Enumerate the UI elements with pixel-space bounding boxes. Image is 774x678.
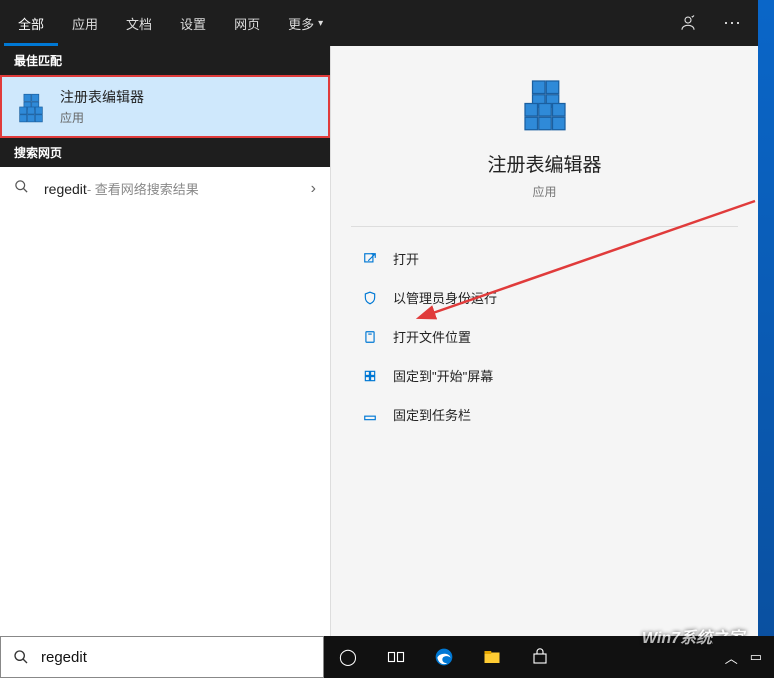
web-query-suffix: - 查看网络搜索结果	[87, 179, 199, 198]
tray-input-icon[interactable]: ▭	[744, 649, 768, 665]
windows-search-panel: 全部 应用 文档 设置 网页 更多▾ ⋯ 最佳匹配 注册表编辑器 应用 搜索网页	[0, 0, 758, 678]
overflow-menu-icon[interactable]: ⋯	[710, 0, 754, 46]
chevron-right-icon: ›	[311, 180, 316, 198]
shield-icon	[359, 291, 381, 305]
detail-app-icon	[515, 76, 575, 136]
action-pin-to-start[interactable]: 固定到"开始"屏幕	[351, 356, 738, 395]
edge-icon[interactable]	[420, 636, 468, 678]
web-query-text: regedit	[44, 181, 87, 197]
detail-title: 注册表编辑器	[487, 150, 601, 177]
system-tray: ︿ ▭	[713, 636, 774, 678]
store-icon[interactable]	[516, 636, 564, 678]
regedit-icon	[14, 90, 48, 124]
taskbar-search-box[interactable]	[0, 636, 324, 678]
open-icon	[359, 252, 381, 266]
action-open[interactable]: 打开	[351, 239, 738, 278]
best-match-result[interactable]: 注册表编辑器 应用	[0, 75, 330, 138]
action-pin-to-taskbar[interactable]: 固定到任务栏	[351, 395, 738, 434]
tray-overflow-icon[interactable]: ︿	[719, 648, 744, 667]
pin-taskbar-icon	[359, 408, 381, 422]
tab-more[interactable]: 更多▾	[274, 0, 337, 46]
results-pane: 最佳匹配 注册表编辑器 应用 搜索网页 regedit - 查看网络搜索结果 ›	[0, 46, 330, 636]
action-run-as-admin[interactable]: 以管理员身份运行	[351, 278, 738, 317]
action-open-file-location[interactable]: 打开文件位置	[351, 317, 738, 356]
cortana-icon[interactable]: ◯	[324, 636, 372, 678]
tab-apps[interactable]: 应用	[58, 0, 112, 46]
section-best-match: 最佳匹配	[0, 46, 330, 75]
tab-all[interactable]: 全部	[4, 0, 58, 46]
search-scope-tabs: 全部 应用 文档 设置 网页 更多▾ ⋯	[0, 0, 758, 46]
task-view-icon[interactable]	[372, 636, 420, 678]
feedback-icon[interactable]	[666, 0, 710, 46]
detail-subtitle: 应用	[532, 183, 556, 200]
section-web-search: 搜索网页	[0, 138, 330, 167]
tab-documents[interactable]: 文档	[112, 0, 166, 46]
search-icon	[1, 649, 41, 665]
search-input[interactable]	[41, 649, 323, 666]
detail-actions: 打开 以管理员身份运行 打开文件位置	[351, 226, 738, 446]
explorer-icon[interactable]	[468, 636, 516, 678]
folder-icon	[359, 330, 381, 344]
web-search-result[interactable]: regedit - 查看网络搜索结果 ›	[0, 167, 330, 210]
best-match-subtitle: 应用	[60, 109, 144, 126]
tab-settings[interactable]: 设置	[166, 0, 220, 46]
tab-web[interactable]: 网页	[220, 0, 274, 46]
detail-pane: 注册表编辑器 应用 打开 以管理员身份运行	[330, 46, 758, 636]
pin-start-icon	[359, 369, 381, 383]
search-icon	[14, 179, 34, 198]
best-match-title: 注册表编辑器	[60, 87, 144, 107]
